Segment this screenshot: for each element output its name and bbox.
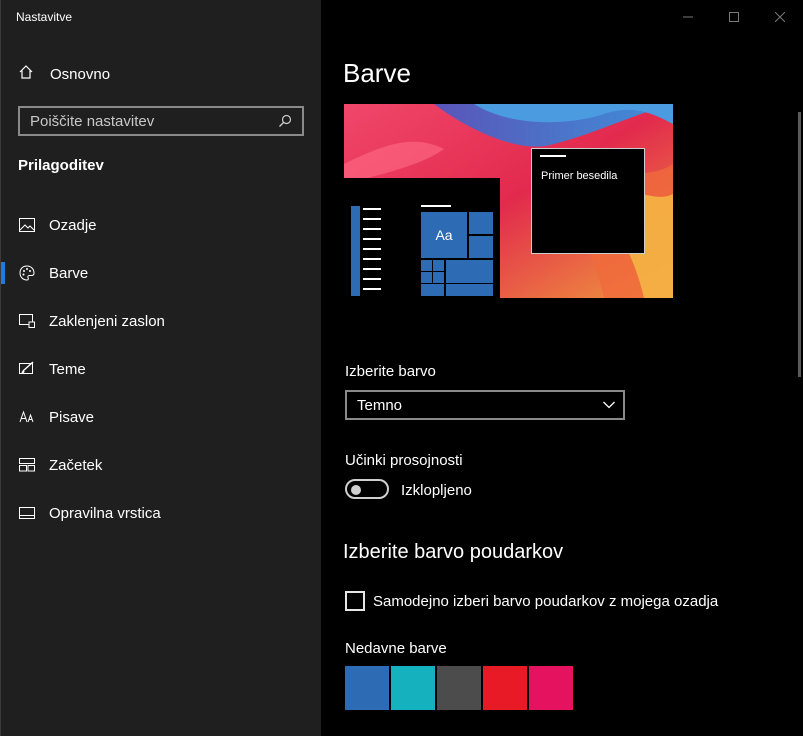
close-icon xyxy=(775,12,785,22)
palette-icon xyxy=(18,264,36,282)
scrollbar[interactable] xyxy=(798,112,801,377)
tile xyxy=(433,272,444,283)
auto-accent-label: Samodejno izberi barvo poudarkov z mojeg… xyxy=(373,593,719,610)
sidebar-item-ozadje[interactable]: Ozadje xyxy=(1,203,321,247)
transparency-toggle[interactable] xyxy=(345,479,389,499)
lock-screen-icon xyxy=(18,312,36,330)
sidebar-item-label: Opravilna vrstica xyxy=(49,504,161,522)
tile xyxy=(469,236,493,258)
sample-window-preview: Primer besedila xyxy=(531,148,645,254)
minimize-button[interactable] xyxy=(665,0,711,34)
sidebar-item-label: Pisave xyxy=(49,408,95,426)
sample-title-line xyxy=(540,155,566,157)
sample-text: Primer besedila xyxy=(541,170,618,182)
tile xyxy=(433,260,444,271)
window-title: Nastavitve xyxy=(16,10,73,24)
tile xyxy=(469,212,493,234)
menu-lines xyxy=(363,208,381,290)
tile xyxy=(421,272,432,283)
tile xyxy=(421,284,444,296)
search-icon[interactable] xyxy=(274,114,296,128)
image-icon xyxy=(18,216,36,234)
transparency-label: Učinki prosojnosti xyxy=(345,452,463,469)
chevron-down-icon xyxy=(603,401,615,409)
sidebar-item-zacetek[interactable]: Začetek xyxy=(1,443,321,487)
sidebar-item-opravilna-vrstica[interactable]: Opravilna vrstica xyxy=(1,491,321,535)
start-icon xyxy=(18,456,36,474)
start-menu-preview: Aa xyxy=(344,178,500,298)
home-link[interactable]: Osnovno xyxy=(1,56,321,92)
sidebar-item-pisave[interactable]: Pisave xyxy=(1,395,321,439)
color-swatch-teal[interactable] xyxy=(391,666,435,710)
maximize-button[interactable] xyxy=(711,0,757,34)
transparency-state: Izklopljeno xyxy=(401,482,472,499)
auto-accent-checkbox[interactable] xyxy=(345,591,365,611)
minimize-icon xyxy=(683,16,693,18)
fonts-icon xyxy=(18,408,36,426)
section-title: Prilagoditev xyxy=(18,157,104,174)
sidebar-item-label: Začetek xyxy=(49,456,103,474)
color-swatch-red[interactable] xyxy=(483,666,527,710)
sidebar: Nastavitve Osnovno Prilagoditev Ozadje B… xyxy=(0,0,321,736)
sidebar-item-barve[interactable]: Barve xyxy=(1,251,321,295)
toggle-knob xyxy=(351,485,361,495)
choose-color-label: Izberite barvo xyxy=(345,363,436,380)
search-box[interactable] xyxy=(18,106,304,136)
close-button[interactable] xyxy=(757,0,803,34)
home-icon xyxy=(18,64,36,85)
search-input[interactable] xyxy=(20,111,274,131)
tile xyxy=(421,260,432,271)
accent-heading: Izberite barvo poudarkov xyxy=(343,541,564,563)
taskbar-icon xyxy=(18,504,36,522)
sidebar-item-label: Barve xyxy=(49,264,89,282)
tile-aa: Aa xyxy=(421,212,467,258)
page-title: Barve xyxy=(343,58,411,88)
home-label: Osnovno xyxy=(50,65,111,83)
themes-icon xyxy=(18,360,36,378)
main-content: Barve Aa Primer besedila Izberite barvo … xyxy=(321,0,803,736)
color-swatch-gray[interactable] xyxy=(437,666,481,710)
sidebar-item-label: Ozadje xyxy=(49,216,97,234)
color-mode-dropdown[interactable]: Temno xyxy=(345,390,625,420)
tile xyxy=(446,260,493,283)
color-swatch-pink[interactable] xyxy=(529,666,573,710)
theme-preview: Aa Primer besedila xyxy=(344,104,673,298)
window-controls xyxy=(665,0,803,34)
color-mode-value: Temno xyxy=(357,396,403,414)
sidebar-item-zaklenjeni-zaslon[interactable]: Zaklenjeni zaslon xyxy=(1,299,321,343)
color-swatch-blue[interactable] xyxy=(345,666,389,710)
sidebar-item-label: Zaklenjeni zaslon xyxy=(49,312,165,330)
tile-header-line xyxy=(421,205,451,207)
tile xyxy=(446,284,493,296)
sidebar-item-label: Teme xyxy=(49,360,86,378)
maximize-icon xyxy=(729,12,739,22)
taskbar-strip xyxy=(351,206,360,296)
sidebar-item-teme[interactable]: Teme xyxy=(1,347,321,391)
recent-colors-label: Nedavne barve xyxy=(345,640,447,657)
